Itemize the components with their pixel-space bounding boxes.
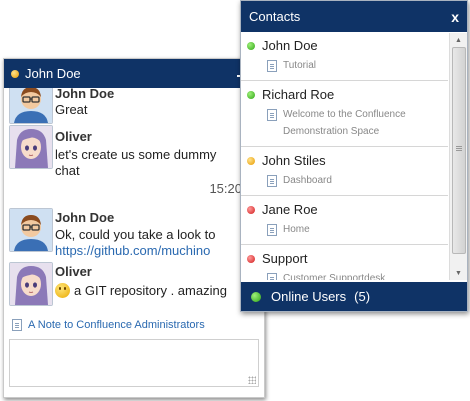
online-status-icon bbox=[247, 41, 255, 50]
page-icon bbox=[267, 273, 277, 280]
online-users-bar[interactable]: Online Users (5) bbox=[241, 282, 467, 311]
page-link[interactable]: A Note to Confluence Administrators bbox=[12, 319, 205, 331]
online-users-label: Online Users bbox=[271, 289, 347, 304]
contacts-title: Contacts bbox=[249, 9, 301, 24]
chat-window: John Doe John Doe Great Oliver let's cre… bbox=[3, 58, 265, 398]
busy-status-icon bbox=[247, 254, 255, 263]
message-text: Great bbox=[55, 102, 88, 117]
contacts-header[interactable]: Contacts x bbox=[241, 1, 467, 32]
scrollbar-thumb[interactable] bbox=[452, 47, 466, 254]
smiley-icon bbox=[55, 283, 70, 298]
message-line: a GIT repository . amazing bbox=[55, 283, 227, 298]
chat-title: John Doe bbox=[25, 66, 81, 81]
contact-page-label: Dashboard bbox=[283, 175, 332, 186]
github-link[interactable]: https://github.com/muchino bbox=[55, 243, 210, 258]
contact-current-page[interactable]: Home bbox=[267, 221, 448, 238]
contact-current-page[interactable]: Welcome to the Confluence Demonstration … bbox=[267, 106, 448, 140]
contact-name: Support bbox=[262, 251, 308, 266]
message-text: Ok, could you take a look to bbox=[55, 227, 216, 242]
contact-name: John Doe bbox=[262, 38, 318, 53]
contacts-window: Contacts x John Doe Tutorial Richard Roe… bbox=[240, 0, 468, 312]
chat-input[interactable] bbox=[9, 339, 259, 387]
away-status-icon bbox=[247, 156, 255, 165]
message-sender: Oliver bbox=[55, 264, 92, 279]
message-text: chat bbox=[55, 163, 80, 178]
contact-item[interactable]: Support Customer Supportdesk bbox=[241, 245, 448, 280]
contact-list: John Doe Tutorial Richard Roe Welcome to… bbox=[241, 32, 448, 280]
scroll-down-icon[interactable]: ▼ bbox=[450, 266, 467, 280]
contact-item[interactable]: Richard Roe Welcome to the Confluence De… bbox=[241, 81, 448, 147]
message-text: a GIT repository . amazing bbox=[74, 283, 227, 298]
scroll-up-icon[interactable]: ▲ bbox=[450, 33, 467, 47]
message-list: John Doe Great Oliver let's create us so… bbox=[4, 88, 244, 312]
avatar-john-doe bbox=[9, 208, 53, 252]
contact-name: Richard Roe bbox=[262, 87, 335, 102]
online-status-icon bbox=[251, 291, 261, 302]
online-status-icon bbox=[247, 90, 255, 99]
message-sender: Oliver bbox=[55, 129, 92, 144]
contact-current-page[interactable]: Customer Supportdesk bbox=[267, 270, 448, 280]
avatar-oliver bbox=[9, 262, 53, 306]
resize-grip-icon[interactable] bbox=[248, 376, 256, 384]
contact-item[interactable]: Jane Roe Home bbox=[241, 196, 448, 245]
contact-page-label: Tutorial bbox=[283, 60, 316, 71]
contact-item[interactable]: John Doe Tutorial bbox=[241, 32, 448, 81]
contact-name: John Stiles bbox=[262, 153, 326, 168]
contacts-scrollbar[interactable]: ▲ ▼ bbox=[449, 33, 467, 280]
page-icon bbox=[267, 175, 277, 187]
contact-current-page[interactable]: Tutorial bbox=[267, 57, 448, 74]
message-text: let's create us some dummy bbox=[55, 147, 217, 162]
contact-item[interactable]: John Stiles Dashboard bbox=[241, 147, 448, 196]
contact-name: Jane Roe bbox=[262, 202, 318, 217]
page-icon bbox=[12, 319, 22, 331]
message-sender: John Doe bbox=[55, 210, 115, 225]
page-icon bbox=[267, 224, 277, 236]
message-sender: John Doe bbox=[55, 88, 115, 101]
contact-page-label: Home bbox=[283, 224, 310, 235]
page-link-label: A Note to Confluence Administrators bbox=[28, 319, 205, 331]
page-icon bbox=[267, 60, 277, 72]
avatar-john-doe bbox=[9, 88, 53, 124]
contact-current-page[interactable]: Dashboard bbox=[267, 172, 448, 189]
message-timestamp: 15:20 bbox=[209, 181, 242, 196]
avatar-oliver bbox=[9, 125, 53, 169]
contact-page-label: Welcome to the Confluence Demonstration … bbox=[283, 109, 406, 137]
busy-status-icon bbox=[247, 205, 255, 214]
online-users-count: (5) bbox=[354, 289, 371, 304]
away-status-icon bbox=[11, 69, 19, 78]
contact-page-label: Customer Supportdesk bbox=[283, 273, 386, 280]
page-icon bbox=[267, 109, 277, 121]
close-icon[interactable]: x bbox=[451, 9, 459, 25]
chat-header[interactable]: John Doe bbox=[4, 59, 264, 88]
